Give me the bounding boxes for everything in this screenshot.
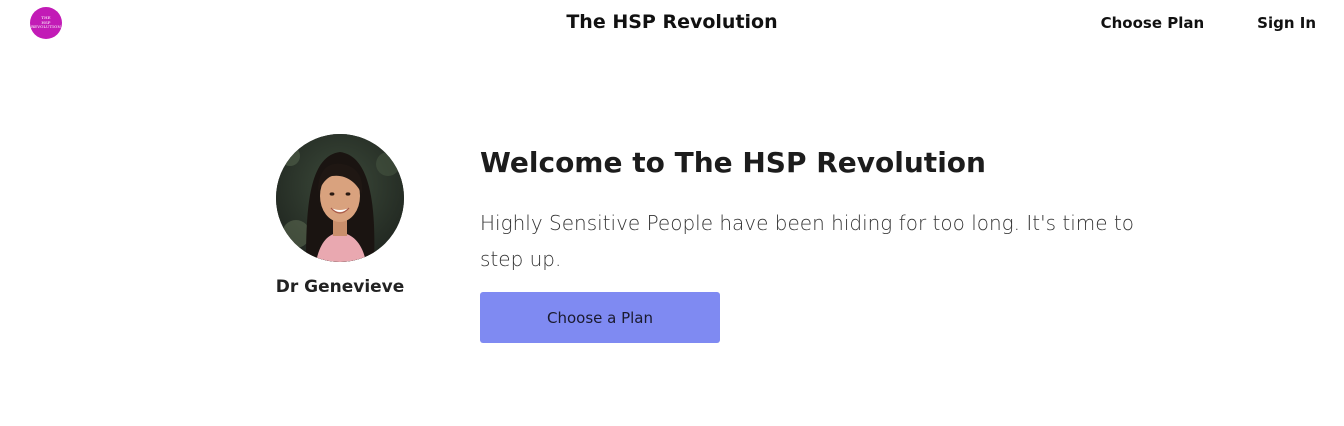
choose-plan-button[interactable]: Choose a Plan — [480, 292, 720, 343]
hero-section: Welcome to The HSP Revolution Highly Sen… — [480, 143, 1160, 343]
nav-choose-plan-link[interactable]: Choose Plan — [1101, 14, 1205, 32]
author-card: Dr Genevieve — [276, 134, 404, 297]
hero-heading: Welcome to The HSP Revolution — [480, 146, 986, 179]
nav-sign-in-link[interactable]: Sign In — [1257, 14, 1316, 32]
hero-description: Highly Sensitive People have been hiding… — [480, 211, 1135, 271]
site-logo[interactable]: THE HSP REVOLUTION — [30, 7, 62, 39]
author-name: Dr Genevieve — [275, 277, 405, 297]
author-photo — [276, 134, 404, 262]
top-nav-bar: THE HSP REVOLUTION The HSP Revolution Ch… — [0, 0, 1344, 46]
header-nav: Choose Plan Sign In — [1101, 14, 1316, 32]
author-avatar — [276, 134, 404, 262]
logo-line-3: REVOLUTION — [31, 24, 61, 30]
